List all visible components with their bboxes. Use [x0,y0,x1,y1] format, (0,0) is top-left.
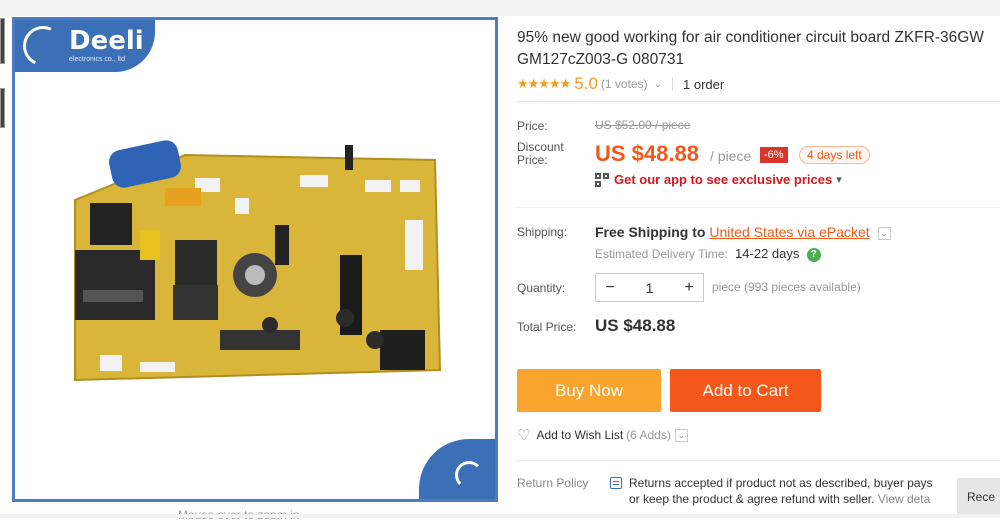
total-price-label: Total Price: [517,320,577,334]
quantity-label: Quantity: [517,281,566,295]
help-icon[interactable]: ? [806,247,821,262]
product-title: 95% new good working for air conditioner… [517,27,1000,71]
days-left-badge: 4 days left [799,146,870,164]
corner-logo [419,439,495,499]
divider [517,207,1000,208]
quantity-stepper[interactable]: − 1 + [595,273,704,302]
available-stock: piece (993 pieces available) [712,280,861,294]
chevron-down-icon[interactable]: ⌄ [654,79,662,90]
divider [517,460,1000,461]
quantity-input[interactable]: 1 [624,280,675,296]
qr-code-icon [595,172,609,187]
brand-swirl-icon [17,20,69,72]
thumbnail-2[interactable] [0,88,5,128]
brand-name: Deeli [69,26,144,56]
product-title-line-2: GM127cZ003-G 080731 [517,51,685,68]
return-policy-text: Returns accepted if product not as descr… [629,475,969,507]
wishlist-dropdown-icon[interactable]: ⌄ [674,428,688,442]
app-promo-link[interactable]: Get our app to see exclusive prices ▾ [595,172,842,187]
shipping-info: Free Shipping to United States via ePack… [595,224,891,240]
divider [517,101,1000,102]
return-policy-icon [610,477,622,489]
buy-now-button[interactable]: Buy Now [517,369,661,412]
rating-value: 5.0 [574,74,598,93]
delivery-estimate-label: Estimated Delivery Time: [595,247,728,261]
wishlist-count: (6 Adds) [626,428,671,442]
heart-icon[interactable]: ♡ [517,426,530,444]
delivery-estimate-value: 14-22 days [735,246,800,261]
circuit-board-image [74,140,442,382]
product-title-line-1: 95% new good working for air conditioner… [517,29,984,46]
return-policy-line-1: Returns accepted if product not as descr… [629,476,933,490]
delivery-estimate: Estimated Delivery Time: 14-22 days ? [595,246,821,262]
wishlist-label[interactable]: Add to Wish List [536,428,623,442]
discount-badge: -6% [760,147,788,163]
rating-votes[interactable]: (1 votes) [601,77,648,91]
original-price: US $52.00 / piece [595,118,691,132]
discount-price-label: Discount Price: [517,140,564,167]
order-count: 1 order [683,76,725,92]
add-to-wishlist[interactable]: ♡ Add to Wish List (6 Adds) ⌄ [517,426,688,444]
view-details-link[interactable]: View deta [878,492,930,506]
return-policy-label: Return Policy [517,476,589,490]
corner-swirl-icon [455,461,483,489]
quantity-increase-button[interactable]: + [675,279,703,297]
bottom-bar [0,514,1000,518]
shipping-dropdown-icon[interactable]: ⌄ [877,226,891,240]
discount-price: US $48.88 [595,141,699,166]
rating-separator [672,77,673,91]
rating-row: ★★★★★ 5.0 (1 votes) ⌄ 1 order [517,74,724,94]
thumbnail-1[interactable] [0,18,5,64]
product-image-frame[interactable]: Deeli electronics co., ltd [12,17,498,502]
recently-viewed-tab[interactable]: Rece [957,478,1000,518]
brand-logo: Deeli electronics co., ltd [15,20,155,72]
total-price: US $48.88 [595,316,676,335]
add-to-cart-button[interactable]: Add to Cart [670,369,821,412]
per-piece: / piece [710,148,752,164]
thumbnail-strip[interactable] [0,18,6,138]
free-shipping-text: Free Shipping to [595,224,706,240]
quantity-decrease-button[interactable]: − [596,279,624,297]
brand-subtitle: electronics co., ltd [69,56,126,63]
app-promo-text[interactable]: Get our app to see exclusive prices [614,172,832,187]
top-bar [0,0,1000,16]
rating-stars: ★★★★★ [517,76,571,91]
shipping-label: Shipping: [517,225,568,239]
price-label: Price: [517,119,548,133]
return-policy-line-2: or keep the product & agree refund with … [629,492,875,506]
shipping-destination-link[interactable]: United States via ePacket [709,224,869,240]
caret-down-icon[interactable]: ▾ [836,173,842,186]
